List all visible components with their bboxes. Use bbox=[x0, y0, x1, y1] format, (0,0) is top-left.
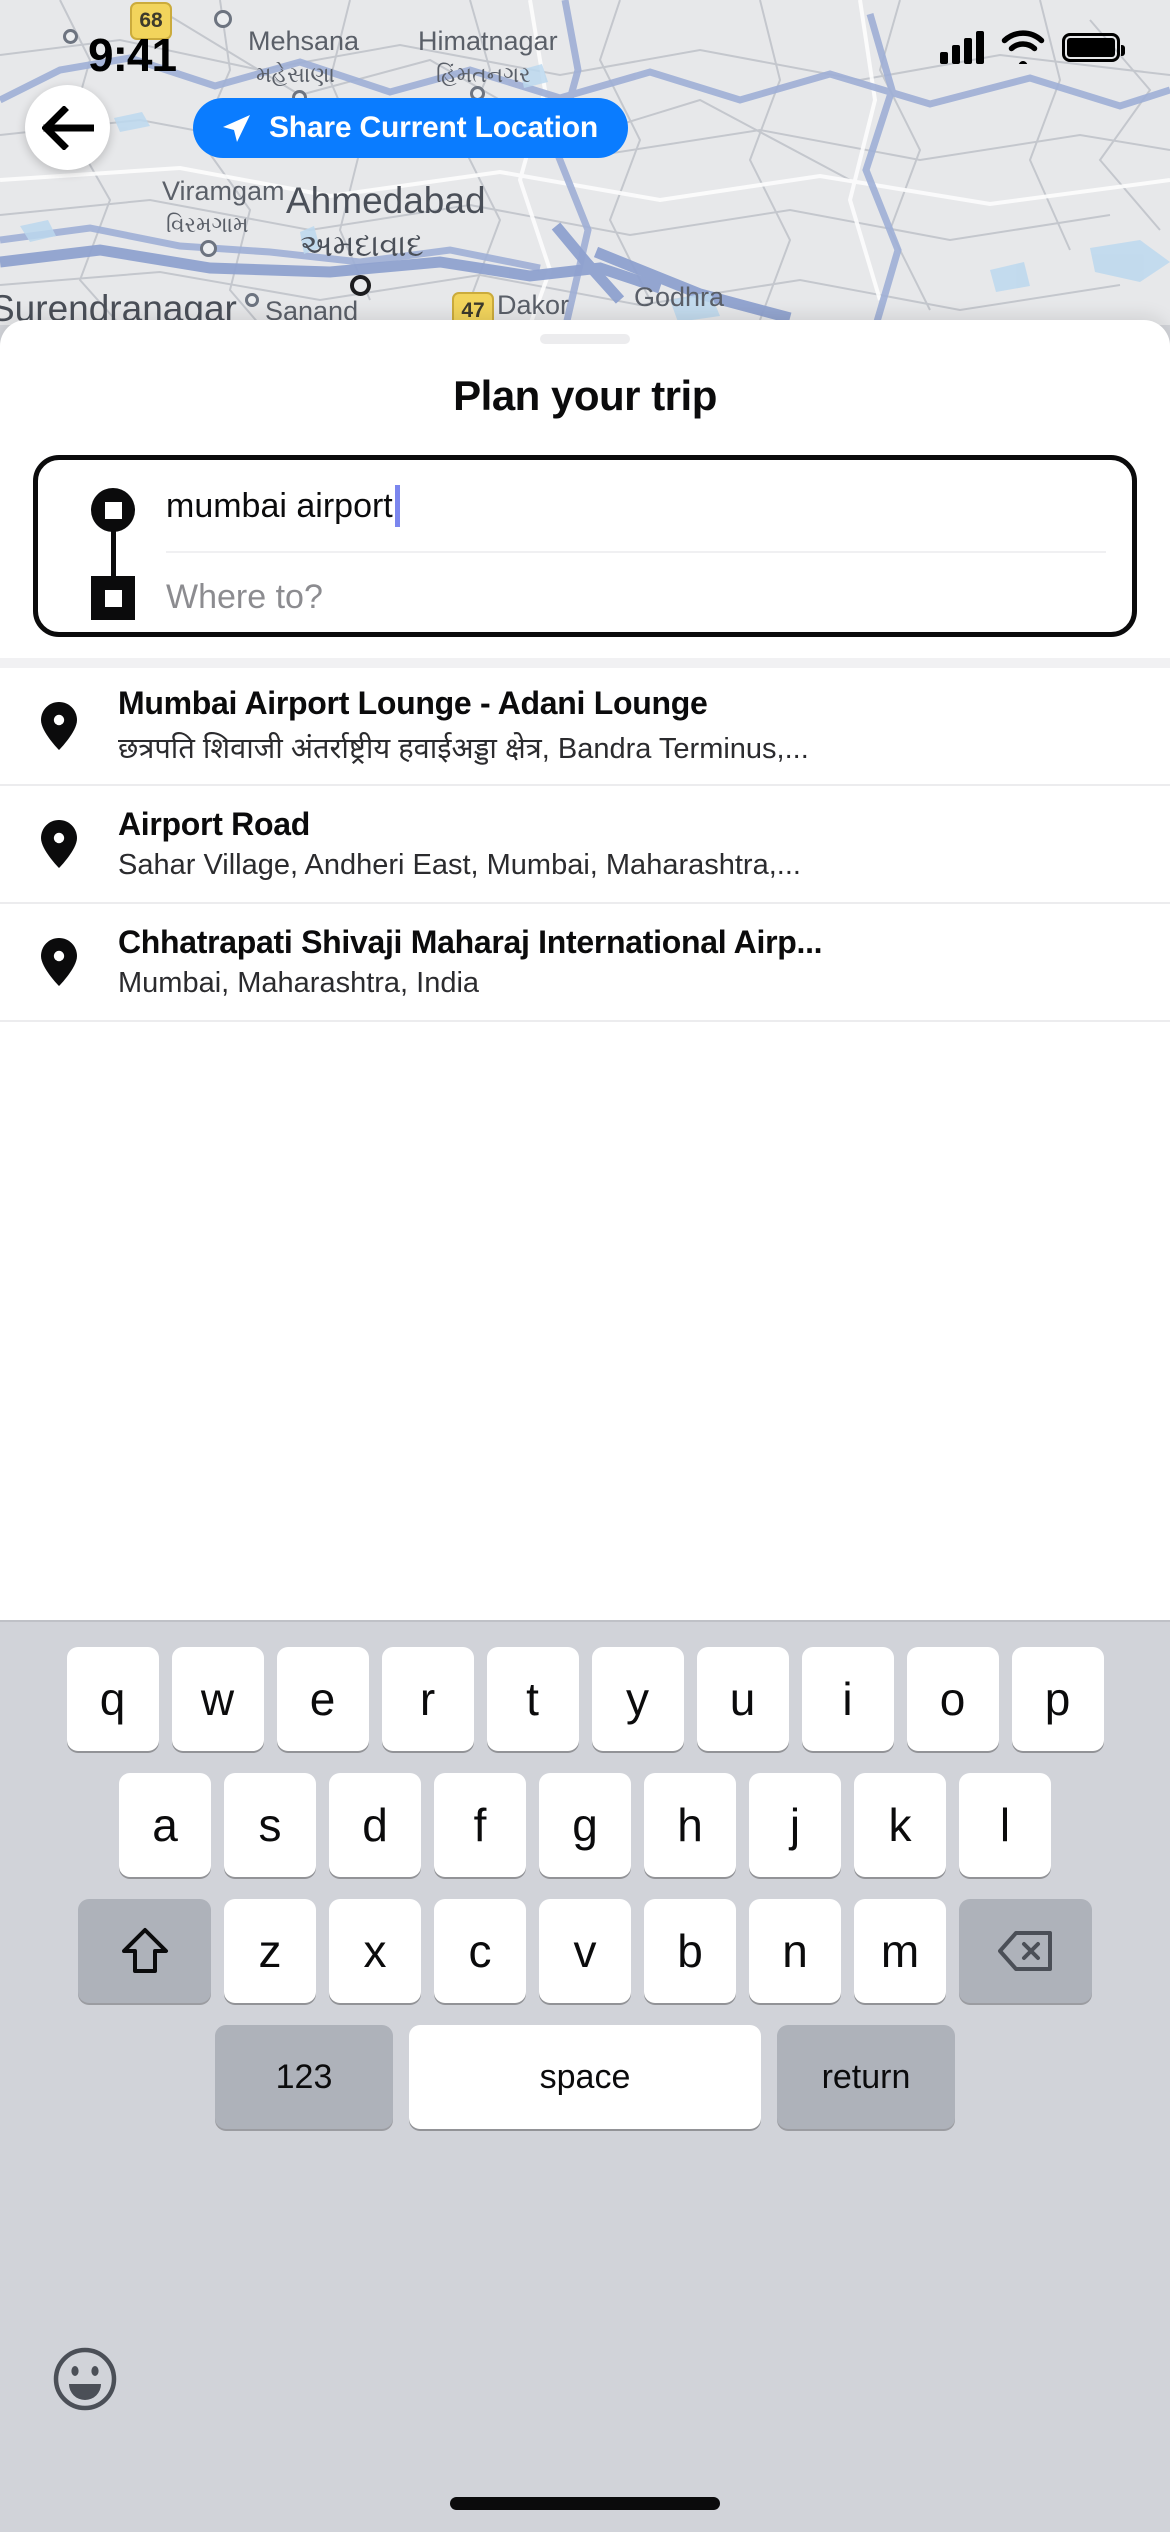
key-g[interactable]: g bbox=[539, 1773, 631, 1877]
result-text: Airport Road Sahar Village, Andheri East… bbox=[118, 806, 1170, 882]
sheet-grabber[interactable] bbox=[540, 334, 630, 344]
map-pin-icon bbox=[0, 936, 118, 988]
result-title: Mumbai Airport Lounge - Adani Lounge bbox=[118, 685, 708, 721]
results-separator bbox=[0, 658, 1170, 668]
key-p[interactable]: p bbox=[1011, 1647, 1104, 1751]
key-f[interactable]: f bbox=[434, 1773, 526, 1877]
backspace-key[interactable] bbox=[959, 1899, 1092, 2003]
result-title: Airport Road bbox=[118, 806, 310, 842]
status-time: 9:41 bbox=[88, 29, 177, 81]
onscreen-keyboard: q w e r t y u i o p a s d f g h j k l z … bbox=[0, 1620, 1170, 2532]
status-bar: 9:41 bbox=[0, 0, 1170, 100]
result-text: Mumbai Airport Lounge - Adani Lounge छत्… bbox=[118, 685, 1170, 767]
wifi-icon bbox=[1001, 30, 1045, 64]
page-title: Plan your trip bbox=[453, 372, 717, 419]
shift-arrow-icon bbox=[121, 1928, 168, 1973]
map-junction bbox=[350, 275, 371, 296]
emoji-key[interactable] bbox=[50, 2344, 120, 2414]
key-j[interactable]: j bbox=[749, 1773, 841, 1877]
share-location-label: Share Current Location bbox=[269, 111, 598, 144]
key-q[interactable]: q bbox=[66, 1647, 159, 1751]
key-l[interactable]: l bbox=[959, 1773, 1051, 1877]
key-m[interactable]: m bbox=[854, 1899, 946, 2003]
result-row[interactable]: Airport Road Sahar Village, Andheri East… bbox=[0, 786, 1170, 904]
key-t[interactable]: t bbox=[486, 1647, 579, 1751]
route-input-box: mumbai airport Where to? bbox=[33, 455, 1137, 637]
result-subtitle: Sahar Village, Andheri East, Mumbai, Mah… bbox=[118, 849, 801, 881]
key-o[interactable]: o bbox=[906, 1647, 999, 1751]
key-y[interactable]: y bbox=[591, 1647, 684, 1751]
map-pin-icon bbox=[0, 700, 118, 752]
map-pin-icon bbox=[0, 818, 118, 870]
key-c[interactable]: c bbox=[434, 1899, 526, 2003]
keyboard-row-3: z x c v b n m bbox=[0, 1899, 1170, 2003]
share-current-location-button[interactable]: Share Current Location bbox=[193, 98, 628, 158]
key-h[interactable]: h bbox=[644, 1773, 736, 1877]
key-u[interactable]: u bbox=[696, 1647, 789, 1751]
key-n[interactable]: n bbox=[749, 1899, 841, 2003]
navigation-arrow-icon bbox=[223, 115, 250, 142]
key-e[interactable]: e bbox=[276, 1647, 369, 1751]
route-markers bbox=[83, 488, 143, 620]
result-row[interactable]: Chhatrapati Shivaji Maharaj Internationa… bbox=[0, 904, 1170, 1022]
space-key[interactable]: space bbox=[409, 2025, 761, 2129]
key-z[interactable]: z bbox=[224, 1899, 316, 2003]
origin-dot-icon bbox=[91, 488, 135, 532]
key-i[interactable]: i bbox=[801, 1647, 894, 1751]
result-subtitle: छत्रपति शिवाजी अंतर्राष्ट्रीय हवाईअड्डा … bbox=[118, 733, 809, 765]
key-v[interactable]: v bbox=[539, 1899, 631, 2003]
keyboard-row-1: q w e r t y u i o p bbox=[0, 1647, 1170, 1751]
home-indicator[interactable] bbox=[450, 2497, 720, 2510]
key-r[interactable]: r bbox=[381, 1647, 474, 1751]
emoji-smiley-icon bbox=[53, 2347, 117, 2411]
keyboard-row-2: a s d f g h j k l bbox=[0, 1773, 1170, 1877]
key-x[interactable]: x bbox=[329, 1899, 421, 2003]
battery-icon bbox=[1062, 32, 1125, 62]
phone-screen: Mehsana મહેસાણા Himatnagar હિંમતનગર Vira… bbox=[0, 0, 1170, 2532]
key-a[interactable]: a bbox=[119, 1773, 211, 1877]
key-w[interactable]: w bbox=[171, 1647, 264, 1751]
key-d[interactable]: d bbox=[329, 1773, 421, 1877]
key-b[interactable]: b bbox=[644, 1899, 736, 2003]
destination-input[interactable]: Where to? bbox=[166, 551, 1106, 641]
key-k[interactable]: k bbox=[854, 1773, 946, 1877]
signal-bars-icon bbox=[940, 30, 984, 64]
map-junction bbox=[200, 240, 217, 257]
search-results-list: Mumbai Airport Lounge - Adani Lounge छत्… bbox=[0, 668, 1170, 1022]
map-junction bbox=[245, 293, 259, 307]
text-cursor bbox=[394, 485, 400, 527]
result-subtitle: Mumbai, Maharashtra, India bbox=[118, 967, 480, 999]
shift-key[interactable] bbox=[78, 1899, 211, 2003]
destination-square-icon bbox=[91, 576, 135, 620]
origin-input-value: mumbai airport bbox=[166, 486, 393, 525]
return-key[interactable]: return bbox=[777, 2025, 955, 2129]
result-text: Chhatrapati Shivaji Maharaj Internationa… bbox=[118, 924, 1170, 1000]
origin-input[interactable]: mumbai airport bbox=[166, 461, 1106, 551]
result-title: Chhatrapati Shivaji Maharaj Internationa… bbox=[118, 924, 823, 960]
status-icons bbox=[940, 30, 1125, 64]
backspace-icon bbox=[997, 1931, 1052, 1971]
back-arrow-icon bbox=[41, 105, 94, 150]
numbers-key[interactable]: 123 bbox=[215, 2025, 393, 2129]
result-row[interactable]: Mumbai Airport Lounge - Adani Lounge छत्… bbox=[0, 668, 1170, 786]
key-s[interactable]: s bbox=[224, 1773, 316, 1877]
destination-placeholder: Where to? bbox=[166, 577, 323, 616]
route-connector-line bbox=[111, 530, 116, 582]
keyboard-row-4: 123 space return bbox=[0, 2025, 1170, 2129]
